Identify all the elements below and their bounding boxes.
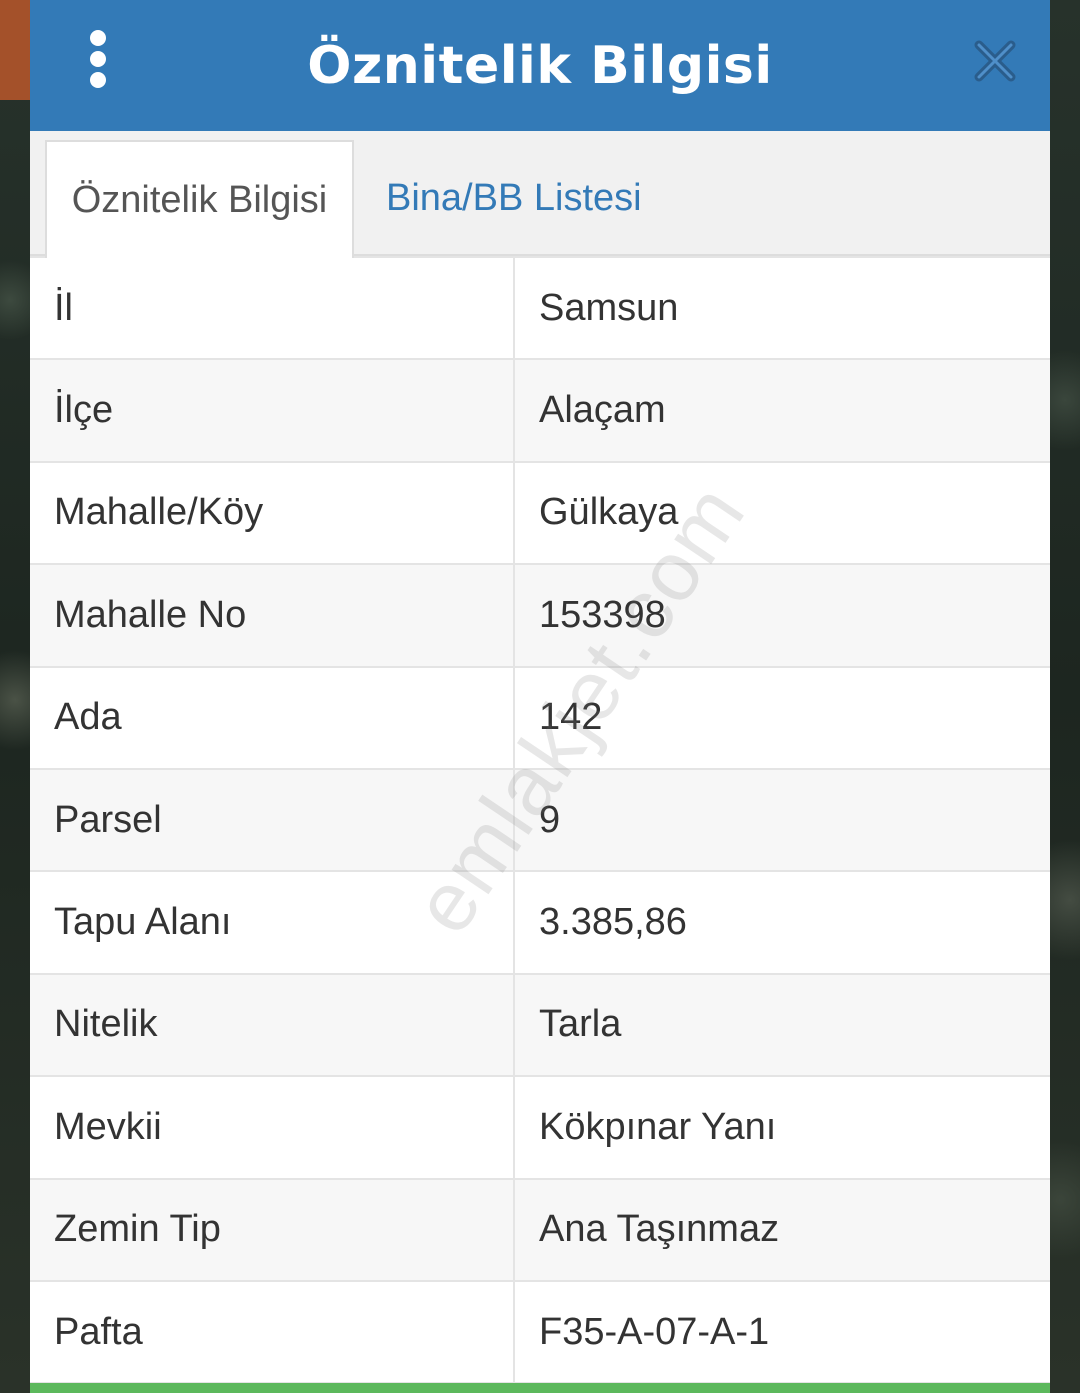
attribute-table: İl Samsun İlçe Alaçam Mahalle/Köy Gülkaya Maha…: [30, 255, 1050, 1385]
table-row: Zemin Tip Ana Taşınmaz: [30, 1177, 1050, 1282]
attribute-value: 3.385,86: [513, 870, 1050, 975]
close-icon: [974, 40, 1016, 82]
table-row: Mahalle No 153398: [30, 563, 1050, 668]
attribute-value: 9: [513, 767, 1050, 873]
more-menu-button[interactable]: [84, 30, 112, 88]
attribute-key: Parsel: [30, 767, 515, 873]
table-row: Parsel 9: [30, 767, 1050, 873]
attribute-key: Zemin Tip: [30, 1177, 515, 1282]
tab-bina-bb-listesi[interactable]: Bina/BB Listesi: [386, 140, 642, 256]
table-row: Nitelik Tarla: [30, 972, 1050, 1078]
map-layer-strip: [0, 0, 30, 100]
more-vertical-icon-dot: [90, 51, 106, 67]
table-row: İl Samsun: [30, 255, 1050, 361]
attribute-value: Gülkaya: [513, 460, 1050, 566]
table-row: Mevkii Kökpınar Yanı: [30, 1075, 1050, 1180]
attribute-value: Kökpınar Yanı: [513, 1075, 1050, 1180]
footer-bar: [30, 1383, 1050, 1393]
attribute-value: Samsun: [513, 255, 1050, 361]
table-row: Tapu Alanı 3.385,86: [30, 870, 1050, 975]
attribute-key: İl: [30, 255, 515, 361]
attribute-value: Alaçam: [513, 358, 1050, 463]
attribute-dialog: Öznitelik Bilgisi Öznitelik Bilgisi Bina…: [30, 0, 1050, 1393]
dialog-header: Öznitelik Bilgisi: [30, 0, 1050, 131]
attribute-key: Mahalle/Köy: [30, 460, 515, 566]
tab-bar: Öznitelik Bilgisi Bina/BB Listesi: [30, 131, 1050, 258]
attribute-value: 153398: [513, 563, 1050, 668]
table-row: Ada 142: [30, 665, 1050, 770]
table-row: Pafta F35-A-07-A-1: [30, 1279, 1050, 1385]
tab-oznitelik-bilgisi[interactable]: Öznitelik Bilgisi: [45, 140, 354, 258]
attribute-value: Ana Taşınmaz: [513, 1177, 1050, 1282]
attribute-key: Tapu Alanı: [30, 870, 515, 975]
attribute-value: 142: [513, 665, 1050, 770]
more-vertical-icon-dot: [90, 72, 106, 88]
attribute-value: F35-A-07-A-1: [513, 1279, 1050, 1385]
attribute-value: Tarla: [513, 972, 1050, 1078]
attribute-key: Mevkii: [30, 1075, 515, 1180]
attribute-key: Pafta: [30, 1279, 515, 1385]
attribute-key: Ada: [30, 665, 515, 770]
table-row: İlçe Alaçam: [30, 358, 1050, 463]
attribute-key: Nitelik: [30, 972, 515, 1078]
attribute-key: Mahalle No: [30, 563, 515, 668]
attribute-key: İlçe: [30, 358, 515, 463]
dialog-title: Öznitelik Bilgisi: [307, 35, 773, 96]
more-vertical-icon: [90, 30, 106, 46]
table-row: Mahalle/Köy Gülkaya: [30, 460, 1050, 566]
close-button[interactable]: [972, 38, 1018, 84]
